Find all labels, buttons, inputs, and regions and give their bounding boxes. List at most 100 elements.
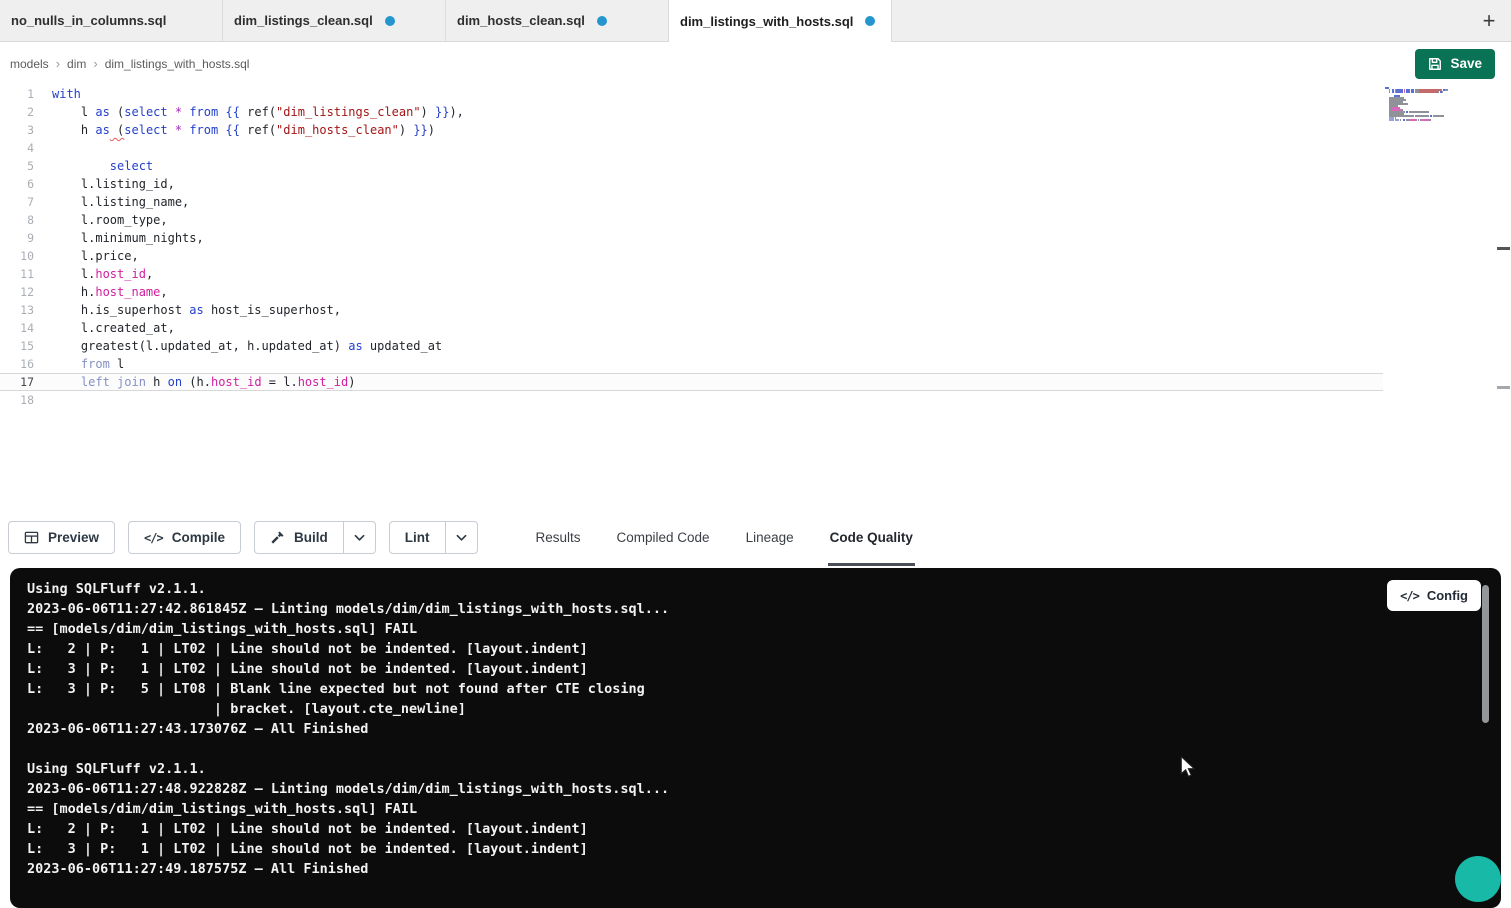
- code-line-text: select: [34, 157, 153, 175]
- line-number: 5: [0, 157, 34, 175]
- file-tab[interactable]: no_nulls_in_columns.sql: [0, 0, 223, 41]
- code-line-text: h.host_name,: [34, 283, 168, 301]
- action-toolbar: Preview </> Compile Build Lint Results Co…: [0, 509, 1511, 566]
- code-line[interactable]: 10 l.price,: [0, 247, 1383, 265]
- code-line-text: from l: [34, 355, 124, 373]
- result-tab-results[interactable]: Results: [534, 509, 583, 566]
- file-tab[interactable]: dim_listings_clean.sql: [223, 0, 446, 41]
- build-button[interactable]: Build: [254, 521, 343, 554]
- code-line[interactable]: 8 l.room_type,: [0, 211, 1383, 229]
- code-line-text: l.price,: [34, 247, 139, 265]
- file-tab-label: dim_listings_with_hosts.sql: [680, 14, 853, 29]
- code-lines: 1with2 l as (select * from {{ ref("dim_l…: [0, 85, 1511, 409]
- code-line[interactable]: 1with: [0, 85, 1383, 103]
- line-number: 2: [0, 103, 34, 121]
- line-number: 6: [0, 175, 34, 193]
- compile-button-label: Compile: [172, 530, 225, 545]
- code-line-text: l.listing_id,: [34, 175, 175, 193]
- result-tab-compiled-code[interactable]: Compiled Code: [615, 509, 712, 566]
- breadcrumb-item[interactable]: models: [10, 57, 49, 71]
- help-bubble[interactable]: [1455, 856, 1501, 902]
- line-number: 7: [0, 193, 34, 211]
- line-number: 14: [0, 319, 34, 337]
- code-line[interactable]: 12 h.host_name,: [0, 283, 1383, 301]
- terminal-line: | bracket. [layout.cte_newline]: [27, 699, 1501, 719]
- line-number: 10: [0, 247, 34, 265]
- minimap[interactable]: [1385, 87, 1465, 123]
- line-number: 3: [0, 121, 34, 139]
- lint-split-button: Lint: [389, 521, 478, 554]
- code-line-text: [34, 139, 52, 157]
- code-line-text: left join h on (h.host_id = l.host_id): [34, 373, 356, 391]
- hammer-icon: [270, 530, 285, 545]
- terminal-panel[interactable]: Using SQLFluff v2.1.1.2023-06-06T11:27:4…: [10, 568, 1501, 908]
- line-number: 1: [0, 85, 34, 103]
- save-icon: [1428, 57, 1442, 71]
- preview-button[interactable]: Preview: [8, 521, 115, 554]
- code-line-text: l as (select * from {{ ref("dim_listings…: [34, 103, 464, 121]
- code-line[interactable]: 13 h.is_superhost as host_is_superhost,: [0, 301, 1383, 319]
- code-line[interactable]: 15 greatest(l.updated_at, h.updated_at) …: [0, 337, 1383, 355]
- result-tabs: Results Compiled Code Lineage Code Quality: [518, 509, 931, 566]
- code-line[interactable]: 9 l.minimum_nights,: [0, 229, 1383, 247]
- file-tab-bar: no_nulls_in_columns.sql dim_listings_clea…: [0, 0, 1511, 42]
- terminal-line: Using SQLFluff v2.1.1.: [27, 759, 1501, 779]
- file-tab-label: no_nulls_in_columns.sql: [11, 13, 166, 28]
- code-line-text: h as (select * from {{ ref("dim_hosts_cl…: [34, 121, 435, 139]
- breadcrumb-item[interactable]: dim: [67, 57, 86, 71]
- code-line[interactable]: 5 select: [0, 157, 1383, 175]
- code-line[interactable]: 3 h as (select * from {{ ref("dim_hosts_…: [0, 121, 1383, 139]
- result-tab-lineage[interactable]: Lineage: [744, 509, 796, 566]
- code-editor[interactable]: 1with2 l as (select * from {{ ref("dim_l…: [0, 85, 1511, 509]
- chevron-right-icon: ›: [56, 56, 60, 71]
- result-tab-code-quality[interactable]: Code Quality: [828, 509, 915, 566]
- chevron-right-icon: ›: [93, 56, 97, 71]
- compile-button[interactable]: </> Compile: [128, 521, 241, 554]
- terminal-scrollbar[interactable]: [1482, 585, 1489, 723]
- line-number: 17: [0, 373, 34, 391]
- chevron-down-icon: [456, 534, 467, 542]
- file-tab[interactable]: dim_listings_with_hosts.sql: [669, 0, 892, 42]
- terminal-line: L: 3 | P: 1 | LT02 | Line should not be …: [27, 659, 1501, 679]
- code-line-text: greatest(l.updated_at, h.updated_at) as …: [34, 337, 442, 355]
- terminal-line: Using SQLFluff v2.1.1.: [27, 579, 1501, 599]
- line-number: 12: [0, 283, 34, 301]
- line-number: 13: [0, 301, 34, 319]
- code-line-text: l.room_type,: [34, 211, 168, 229]
- breadcrumb-bar: models › dim › dim_listings_with_hosts.sql S…: [0, 42, 1511, 85]
- file-tab-label: dim_hosts_clean.sql: [457, 13, 585, 28]
- chevron-down-icon: [354, 534, 365, 542]
- unsaved-dot-icon: [385, 16, 395, 26]
- config-button-label: Config: [1427, 588, 1468, 603]
- breadcrumb-item[interactable]: dim_listings_with_hosts.sql: [105, 57, 250, 71]
- scrollbar-marker: [1497, 386, 1510, 389]
- scrollbar-marker: [1497, 247, 1510, 250]
- code-line-text: l.listing_name,: [34, 193, 189, 211]
- terminal-line: L: 3 | P: 1 | LT02 | Line should not be …: [27, 839, 1501, 859]
- save-button-label: Save: [1450, 56, 1482, 71]
- terminal-line: [27, 739, 1501, 759]
- terminal-output: Using SQLFluff v2.1.1.2023-06-06T11:27:4…: [10, 568, 1501, 879]
- code-line[interactable]: 18: [0, 391, 1383, 409]
- file-tab[interactable]: dim_hosts_clean.sql: [446, 0, 669, 41]
- code-line[interactable]: 14 l.created_at,: [0, 319, 1383, 337]
- code-line[interactable]: 11 l.host_id,: [0, 265, 1383, 283]
- config-button[interactable]: </> Config: [1387, 580, 1481, 611]
- terminal-line: L: 3 | P: 5 | LT08 | Blank line expected…: [27, 679, 1501, 699]
- new-tab-button[interactable]: +: [1467, 0, 1511, 41]
- code-line[interactable]: 17 left join h on (h.host_id = l.host_id…: [0, 373, 1383, 391]
- build-dropdown-button[interactable]: [343, 521, 376, 554]
- code-line[interactable]: 2 l as (select * from {{ ref("dim_listin…: [0, 103, 1383, 121]
- save-button[interactable]: Save: [1415, 49, 1495, 79]
- code-line[interactable]: 16 from l: [0, 355, 1383, 373]
- lint-button[interactable]: Lint: [389, 521, 445, 554]
- code-icon: </>: [144, 531, 163, 545]
- code-line[interactable]: 7 l.listing_name,: [0, 193, 1383, 211]
- lint-dropdown-button[interactable]: [445, 521, 478, 554]
- code-line[interactable]: 6 l.listing_id,: [0, 175, 1383, 193]
- code-line-text: [34, 391, 52, 409]
- code-icon: </>: [1400, 589, 1419, 603]
- code-line-text: l.created_at,: [34, 319, 175, 337]
- code-line[interactable]: 4: [0, 139, 1383, 157]
- line-number: 18: [0, 391, 34, 409]
